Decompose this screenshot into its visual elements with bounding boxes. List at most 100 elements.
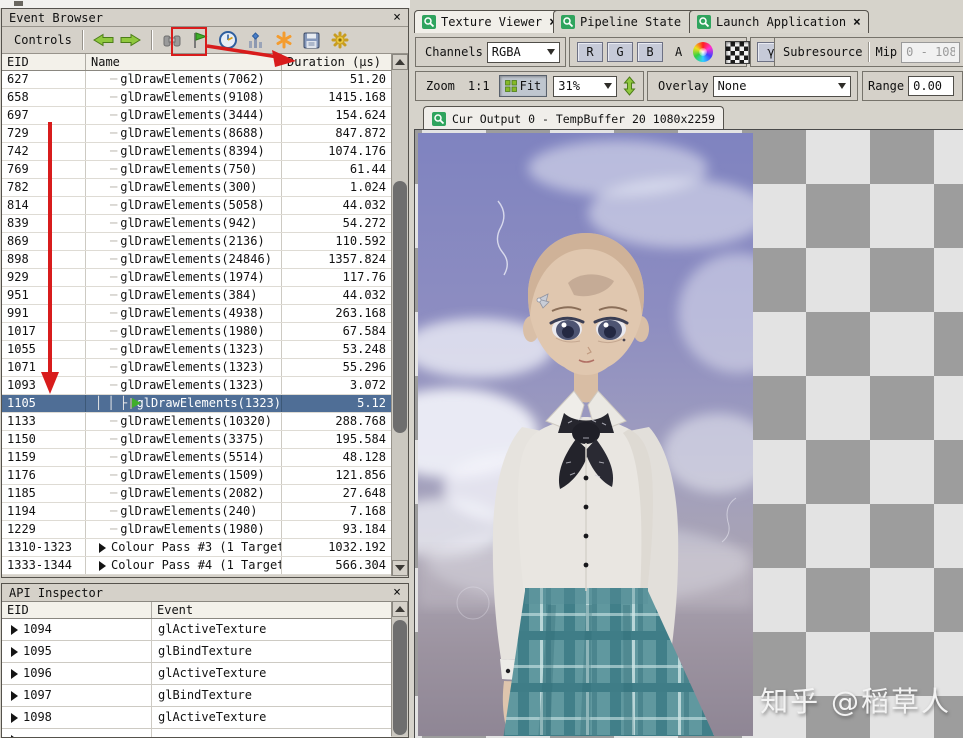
event-row[interactable]: 1105│ │ ├glDrawElements(1323)5.12 [2, 395, 391, 413]
close-icon[interactable]: × [390, 9, 404, 27]
event-duration: 117.76 [282, 269, 391, 286]
fit-button[interactable]: Fit [499, 75, 548, 97]
event-row[interactable]: 991─glDrawElements(4938)263.168 [2, 305, 391, 323]
event-row[interactable]: 869─glDrawElements(2136)110.592 [2, 233, 391, 251]
event-row[interactable]: 782─glDrawElements(300)1.024 [2, 179, 391, 197]
api-event-name: glActiveTexture [152, 707, 391, 728]
event-row[interactable]: 697─glDrawElements(3444)154.624 [2, 107, 391, 125]
channels-dropdown[interactable]: RGBA [487, 42, 560, 63]
column-header-event[interactable]: Event [152, 602, 391, 618]
column-header-duration[interactable]: Duration (µs) [282, 54, 391, 70]
api-row[interactable]: 1096glActiveTexture [2, 663, 391, 685]
event-row[interactable]: 1017─glDrawElements(1980)67.584 [2, 323, 391, 341]
event-row[interactable]: 1150─glDrawElements(3375)195.584 [2, 431, 391, 449]
event-row[interactable]: 1194─glDrawElements(240)7.168 [2, 503, 391, 521]
resolve-icon[interactable] [272, 29, 296, 51]
api-row[interactable]: 1098glActiveTexture [2, 707, 391, 729]
event-row[interactable]: 729─glDrawElements(8688)847.872 [2, 125, 391, 143]
tree-tick: ─ [110, 179, 117, 196]
scroll-down-button[interactable] [392, 560, 408, 576]
time-durations-clock-icon[interactable] [216, 29, 240, 51]
tab-launch-application[interactable]: Launch Application × [689, 10, 869, 33]
alpha-channel-button[interactable]: A [672, 45, 685, 59]
event-row[interactable]: 658─glDrawElements(9108)1415.168 [2, 89, 391, 107]
color-wheel-icon[interactable] [693, 42, 713, 62]
bookmark-flag-icon[interactable] [188, 29, 212, 51]
close-icon[interactable]: × [390, 584, 404, 602]
event-row[interactable]: 742─glDrawElements(8394)1074.176 [2, 143, 391, 161]
expand-chevron-icon[interactable] [99, 561, 106, 571]
expand-chevron-icon[interactable] [11, 713, 18, 723]
event-row[interactable]: 769─glDrawElements(750)61.44 [2, 161, 391, 179]
tab-texture-viewer[interactable]: Texture Viewer × [414, 10, 565, 33]
column-header-eid[interactable]: EID [2, 54, 86, 70]
scroll-up-button[interactable] [392, 54, 408, 70]
api-row[interactable] [2, 729, 391, 737]
event-row[interactable]: 1185─glDrawElements(2082)27.648 [2, 485, 391, 503]
event-name: glDrawElements(2136) [120, 233, 265, 250]
event-row[interactable]: 1159─glDrawElements(5514)48.128 [2, 449, 391, 467]
event-row[interactable]: 1229─glDrawElements(1980)93.184 [2, 521, 391, 539]
expand-chevron-icon[interactable] [11, 669, 18, 679]
api-row[interactable]: 1094glActiveTexture [2, 619, 391, 641]
settings-icon[interactable] [328, 29, 352, 51]
mip-dropdown[interactable]: 0 - 1080x2259 [901, 42, 960, 63]
checkerboard-background-button[interactable] [725, 41, 750, 64]
event-row[interactable]: 898─glDrawElements(24846)1357.824 [2, 251, 391, 269]
expand-chevron-icon[interactable] [11, 735, 18, 738]
expand-chevron-icon[interactable] [11, 691, 18, 701]
tree-tick: ─ [110, 413, 117, 430]
api-row[interactable]: 1097glBindTexture [2, 685, 391, 707]
mip-value: 0 - 1080x2259 [906, 45, 955, 59]
event-row[interactable]: 951─glDrawElements(384)44.032 [2, 287, 391, 305]
event-row[interactable]: 627─glDrawElements(7062)51.20 [2, 71, 391, 89]
zoom-1to1-button[interactable]: 1:1 [465, 79, 493, 93]
event-duration: 3.072 [282, 377, 391, 394]
overlay-dropdown[interactable]: None [713, 76, 851, 97]
api-table-header[interactable]: EID Event [2, 601, 391, 619]
event-scrollbar[interactable] [391, 54, 408, 576]
flip-y-icon[interactable] [623, 76, 636, 96]
subresource-group: Subresource Mip 0 - 1080x2259 [774, 37, 963, 67]
column-header-eid[interactable]: EID [2, 602, 152, 618]
find-icon[interactable] [160, 29, 184, 51]
event-row[interactable]: 929─glDrawElements(1974)117.76 [2, 269, 391, 287]
event-row[interactable]: 1310-1323Colour Pass #3 (1 Targets)1032.… [2, 539, 391, 557]
api-scrollbar[interactable] [391, 601, 408, 736]
event-row[interactable]: 1055─glDrawElements(1323)53.248 [2, 341, 391, 359]
event-row[interactable]: 1333-1344Colour Pass #4 (1 Targets)566.3… [2, 557, 391, 575]
save-icon[interactable] [300, 29, 324, 51]
event-row[interactable]: 1071─glDrawElements(1323)55.296 [2, 359, 391, 377]
event-table-header[interactable]: EID Name Duration (µs) [2, 54, 391, 71]
api-event-name: glBindTexture [152, 641, 391, 662]
texture-display-area[interactable]: 知乎 @稻草人 [414, 129, 963, 738]
api-row[interactable]: 1095glBindTexture [2, 641, 391, 663]
event-row[interactable]: 1133─glDrawElements(10320)288.768 [2, 413, 391, 431]
event-row[interactable]: 839─glDrawElements(942)54.272 [2, 215, 391, 233]
scroll-up-button[interactable] [392, 601, 408, 617]
forward-arrow-icon[interactable] [119, 29, 143, 51]
expand-chevron-icon[interactable] [11, 647, 18, 657]
statistics-icon[interactable] [244, 29, 268, 51]
range-min-input[interactable]: 0.00 [908, 76, 954, 96]
back-arrow-icon[interactable] [91, 29, 115, 51]
toolbar-separator [151, 30, 152, 50]
scrollbar-thumb[interactable] [393, 620, 407, 735]
expand-chevron-icon[interactable] [99, 543, 106, 553]
column-header-name[interactable]: Name [86, 54, 282, 70]
event-row[interactable]: 814─glDrawElements(5058)44.032 [2, 197, 391, 215]
current-output-tab[interactable]: Cur Output 0 - TempBuffer 20 1080x2259 [423, 106, 724, 130]
blue-channel-button[interactable]: B [637, 42, 663, 62]
green-channel-button[interactable]: G [607, 42, 633, 62]
event-row[interactable]: 1093─glDrawElements(1323)3.072 [2, 377, 391, 395]
red-channel-button[interactable]: R [577, 42, 603, 62]
scrollbar-thumb[interactable] [393, 181, 407, 433]
tab-pipeline-state[interactable]: Pipeline State × [553, 10, 704, 33]
expand-chevron-icon[interactable] [11, 625, 18, 635]
event-duration: 195.584 [282, 431, 391, 448]
zoom-level-dropdown[interactable]: 31% [553, 76, 617, 97]
tab-close-icon[interactable]: × [853, 15, 861, 30]
event-browser-titlebar[interactable]: Event Browser × [2, 9, 408, 27]
event-row[interactable]: 1176─glDrawElements(1509)121.856 [2, 467, 391, 485]
api-inspector-titlebar[interactable]: API Inspector × [2, 584, 408, 602]
